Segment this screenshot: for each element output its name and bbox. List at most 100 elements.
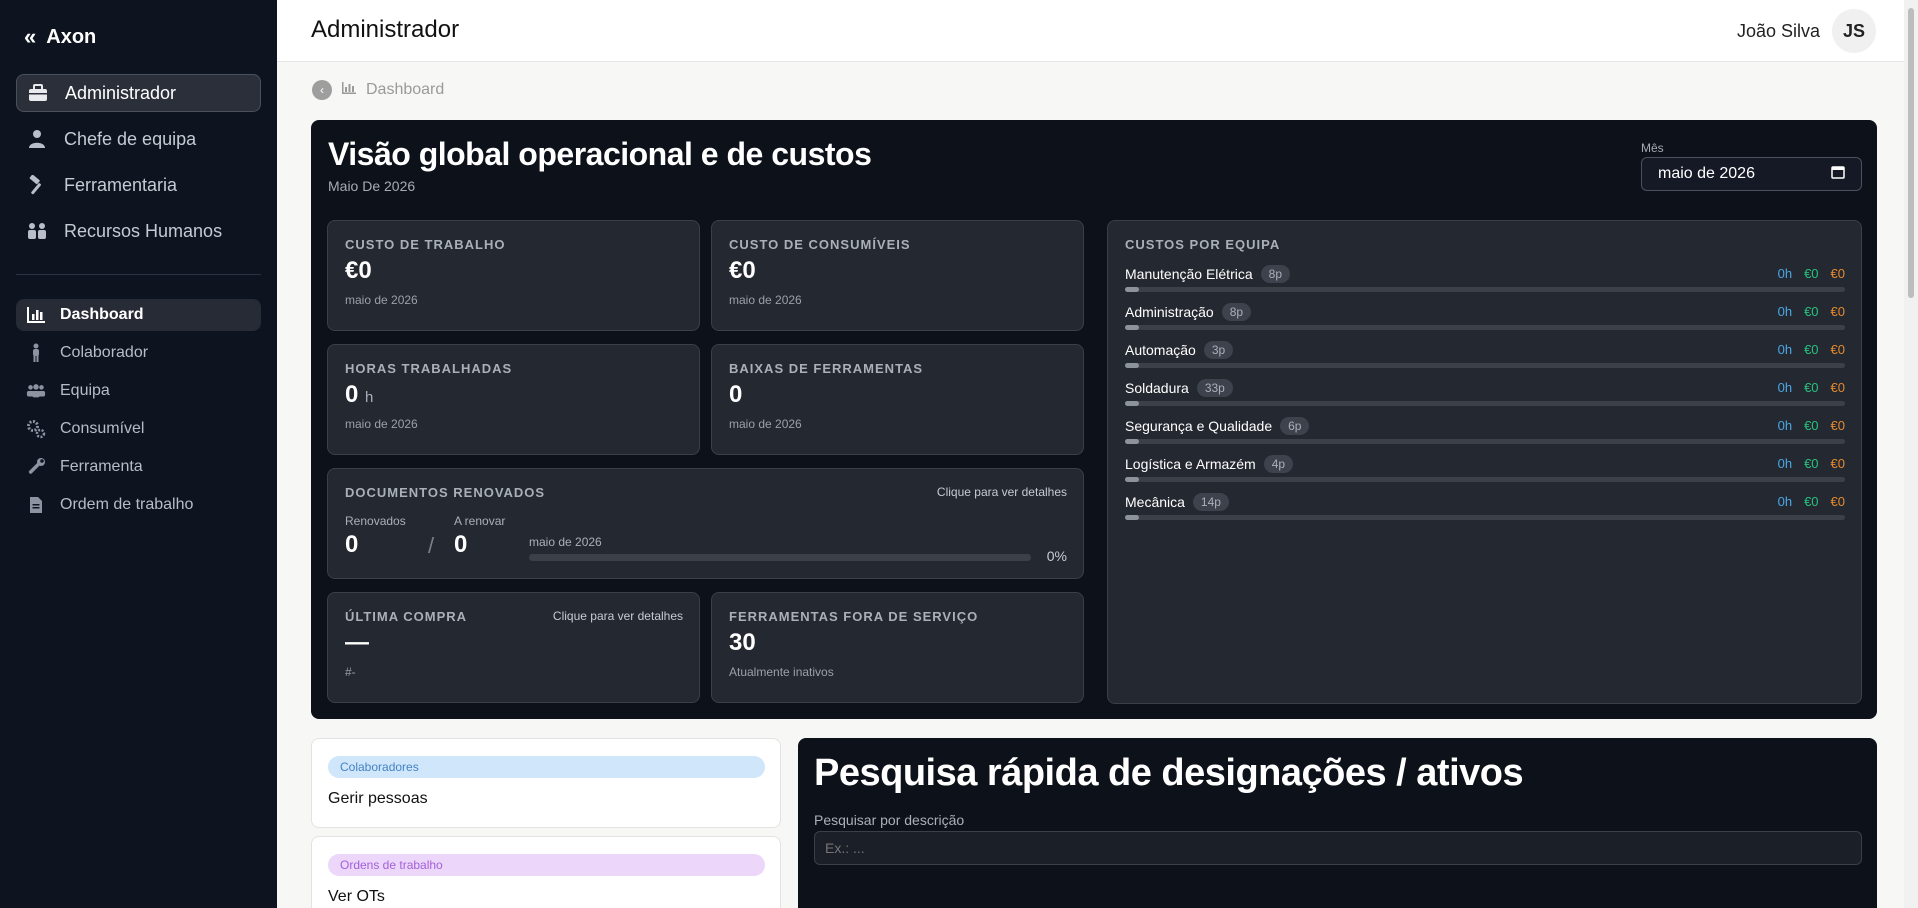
team-label: Logística e Armazém <box>1125 456 1256 472</box>
team-name: Automação 3p <box>1125 341 1234 359</box>
team-row: Mecânica 14p 0h €0 €0 <box>1125 493 1845 523</box>
nav-label: Colaborador <box>60 344 149 361</box>
team-progress-fill <box>1125 287 1140 292</box>
team-hours: 0h <box>1777 304 1793 319</box>
search-input[interactable] <box>814 831 1862 865</box>
team-name: Administração 8p <box>1125 303 1252 321</box>
team-progress-bar <box>1125 287 1845 292</box>
team-size-badge: 14p <box>1192 493 1229 511</box>
role-label: Recursos Humanos <box>64 220 223 241</box>
breadcrumb-current[interactable]: Dashboard <box>366 81 444 99</box>
team-values: 0h €0 €0 <box>1778 266 1845 281</box>
brand-name: Axon <box>46 25 97 48</box>
details-link[interactable]: Clique para ver detalhes <box>937 485 1067 499</box>
sidebar-divider <box>16 274 261 275</box>
consumables-cost-card: CUSTO DE CONSUMÍVEIS €0 maio de 2026 <box>711 220 1084 331</box>
team-label: Administração <box>1125 304 1214 320</box>
team-name: Manutenção Elétrica 8p <box>1125 265 1290 283</box>
nav-item-dashboard[interactable]: Dashboard <box>16 299 261 331</box>
to-renew-label: A renovar <box>454 514 506 528</box>
role-item-ferramentaria[interactable]: Ferramentaria <box>16 166 261 204</box>
to-renew-value: 0 <box>454 531 468 558</box>
nav-item-colaborador[interactable]: Colaborador <box>16 337 261 369</box>
card-label: CUSTOS POR EQUIPA <box>1125 237 1281 252</box>
details-link[interactable]: Clique para ver detalhes <box>553 609 683 623</box>
breadcrumb: ‹ Dashboard <box>312 80 444 100</box>
team-values: 0h €0 €0 <box>1778 418 1845 433</box>
page-scrollbar[interactable] <box>1904 0 1918 908</box>
brand[interactable]: « Axon <box>24 24 96 50</box>
card-label: HORAS TRABALHADAS <box>345 361 513 376</box>
back-arrow-icon[interactable]: ‹ <box>312 80 332 100</box>
team-progress-fill <box>1125 363 1140 368</box>
team-cost-consumables: €0 <box>1830 304 1845 319</box>
team-cost-consumables: €0 <box>1830 494 1845 509</box>
month-value: maio de 2026 <box>1658 165 1755 182</box>
team-progress-fill <box>1125 515 1140 520</box>
renewed-label: Renovados <box>345 514 406 528</box>
nav-item-ferramenta[interactable]: Ferramenta <box>16 451 261 483</box>
quick-link-ordens[interactable]: Ordens de trabalho Ver OTs <box>311 836 781 908</box>
nav-label: Ferramenta <box>60 458 143 475</box>
team-progress-fill <box>1125 439 1140 444</box>
card-value: €0 <box>345 257 372 284</box>
role-label: Chefe de equipa <box>64 128 197 149</box>
nav-label: Ordem de trabalho <box>60 496 194 513</box>
chart-small-icon <box>342 81 356 99</box>
tools-out-of-service-card: FERRAMENTAS FORA DE SERVIÇO 30 Atualment… <box>711 592 1084 703</box>
team-values: 0h €0 €0 <box>1778 494 1845 509</box>
card-sub: Atualmente inativos <box>729 665 834 679</box>
team-progress-fill <box>1125 477 1140 482</box>
team-progress-fill <box>1125 325 1140 330</box>
last-purchase-card[interactable]: ÚLTIMA COMPRA Clique para ver detalhes —… <box>327 592 700 703</box>
quick-link-colaboradores[interactable]: Colaboradores Gerir pessoas <box>311 738 781 828</box>
hours-value: 0 <box>345 381 359 408</box>
quick-link-text: Ver OTs <box>328 888 385 905</box>
team-progress-fill <box>1125 401 1140 406</box>
sidebar: « Axon Administrador Chefe de equipa Fer… <box>0 0 277 908</box>
page-title: Administrador <box>311 16 460 43</box>
collapse-chevrons-icon[interactable]: « <box>24 24 37 50</box>
team-hours: 0h <box>1777 342 1793 357</box>
nav-item-ordem-de-trabalho[interactable]: Ordem de trabalho <box>16 489 261 521</box>
team-label: Manutenção Elétrica <box>1125 266 1253 282</box>
team-row: Segurança e Qualidade 6p 0h €0 €0 <box>1125 417 1845 447</box>
team-row: Automação 3p 0h €0 €0 <box>1125 341 1845 371</box>
team-label: Soldadura <box>1125 380 1189 396</box>
role-item-chefe-de-equipa[interactable]: Chefe de equipa <box>16 120 261 158</box>
scrollbar-thumb[interactable] <box>1908 8 1914 298</box>
search-label: Pesquisar por descrição <box>814 812 965 828</box>
role-item-administrador[interactable]: Administrador <box>16 74 261 112</box>
nav-item-consumivel[interactable]: Consumível <box>16 413 261 445</box>
team-row: Manutenção Elétrica 8p 0h €0 €0 <box>1125 265 1845 295</box>
team-size-badge: 8p <box>1221 303 1252 321</box>
quick-link-pill: Ordens de trabalho <box>328 854 765 876</box>
user-tie-icon <box>26 128 48 150</box>
group-icon <box>26 381 46 401</box>
team-row: Soldadura 33p 0h €0 €0 <box>1125 379 1845 409</box>
user-menu[interactable]: João Silva JS <box>1737 9 1876 53</box>
team-cost-labor: €0 <box>1804 418 1819 433</box>
team-progress-bar <box>1125 439 1845 444</box>
hammer-icon <box>26 174 48 196</box>
card-label: CUSTO DE TRABALHO <box>345 237 506 252</box>
month-picker[interactable]: maio de 2026 <box>1641 157 1862 191</box>
card-value: 0 <box>729 381 743 408</box>
nav-item-equipa[interactable]: Equipa <box>16 375 261 407</box>
avatar[interactable]: JS <box>1832 9 1876 53</box>
role-label: Ferramentaria <box>64 174 178 195</box>
role-item-recursos-humanos[interactable]: Recursos Humanos <box>16 212 261 250</box>
documents-renewed-card[interactable]: DOCUMENTOS RENOVADOS Clique para ver det… <box>327 468 1084 579</box>
team-cost-labor: €0 <box>1804 494 1819 509</box>
people-icon <box>26 220 48 242</box>
overview-subtitle: Maio De 2026 <box>328 178 416 194</box>
person-icon <box>26 343 46 363</box>
team-cost-consumables: €0 <box>1830 266 1845 281</box>
team-name: Logística e Armazém 4p <box>1125 455 1294 473</box>
team-progress-bar <box>1125 363 1845 368</box>
calendar-icon[interactable] <box>1831 165 1845 184</box>
team-costs-card: CUSTOS POR EQUIPA Manutenção Elétrica 8p 0… <box>1107 220 1862 704</box>
team-size-badge: 6p <box>1280 417 1310 435</box>
card-sub: maio de 2026 <box>345 293 418 307</box>
card-value: 30 <box>729 629 756 656</box>
